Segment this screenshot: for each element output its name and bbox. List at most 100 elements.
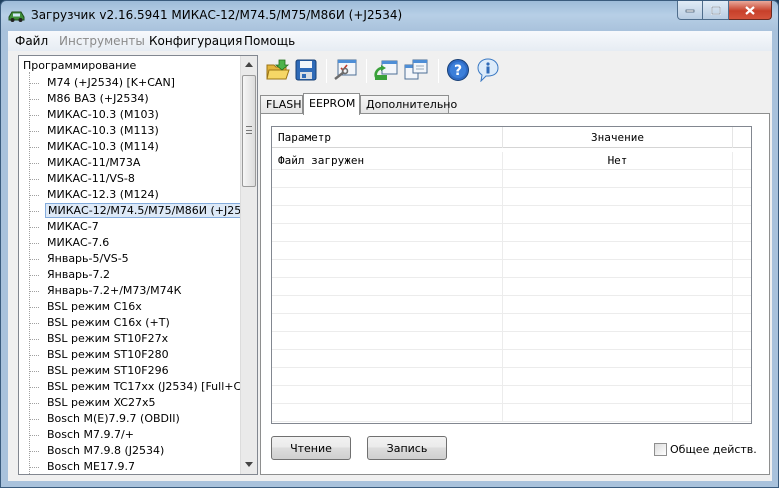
windows-copy-icon — [404, 59, 428, 80]
common-action-checkbox-wrap[interactable]: Общее действ. — [654, 441, 757, 457]
cell-param — [272, 332, 503, 350]
tree-item-label[interactable]: МИКАС-7.6 — [45, 236, 111, 249]
tree-connector — [29, 243, 39, 244]
open-button[interactable] — [264, 56, 292, 84]
minimize-button[interactable] — [677, 1, 703, 20]
tree-item-label[interactable]: Bosch M7.9.7/+ — [45, 428, 136, 441]
tab-flash[interactable]: FLASH — [260, 95, 303, 114]
table-row[interactable] — [272, 404, 751, 422]
tree-item-label[interactable]: BSL режим ST10F27x — [45, 332, 170, 345]
table-row[interactable] — [272, 224, 751, 242]
tree-item-label[interactable]: Январь-7.2 — [45, 268, 112, 281]
menu-help[interactable]: Помощь — [244, 34, 295, 48]
settings-button[interactable] — [332, 56, 360, 84]
tree-item-label[interactable]: Январь-7.2+/М73/М74К — [45, 284, 183, 297]
windows-button[interactable] — [402, 56, 430, 84]
cell-param — [272, 278, 503, 296]
tree-connector — [29, 467, 39, 468]
table-row[interactable] — [272, 170, 751, 188]
column-header-spacer — [733, 127, 751, 148]
info-icon — [477, 58, 499, 82]
table-row[interactable] — [272, 206, 751, 224]
table-row[interactable]: Файл загружен Нет — [272, 152, 751, 170]
tree-item-label[interactable]: МИКАС-7 — [45, 220, 101, 233]
tab-additional[interactable]: Дополнительно — [360, 95, 457, 114]
parameter-grid[interactable]: Параметр Значение Файл загружен Нет — [271, 126, 752, 424]
tree-connector — [29, 99, 39, 100]
cell-param — [272, 224, 503, 242]
table-row[interactable] — [272, 278, 751, 296]
info-button[interactable] — [474, 56, 502, 84]
title-bar[interactable]: Загрузчик v2.16.5941 МИКАС-12/М74.5/М75/… — [1, 1, 778, 31]
tree-connector — [29, 339, 39, 340]
tree-item-label[interactable]: BSL режим C16x — [45, 300, 144, 313]
write-button[interactable]: Запись — [367, 436, 447, 460]
table-row[interactable] — [272, 314, 751, 332]
table-row[interactable] — [272, 332, 751, 350]
tree-item-label[interactable]: МИКАС-10.3 (М114) — [45, 140, 161, 153]
table-row[interactable] — [272, 242, 751, 260]
table-row[interactable] — [272, 368, 751, 386]
menu-file[interactable]: Файл — [15, 34, 48, 48]
cell-value — [503, 368, 733, 386]
tree-item-label[interactable]: BSL режим ST10F280 — [45, 348, 171, 361]
tree-item-label[interactable]: BSL режим ST10F296 — [45, 364, 171, 377]
tree-item-label[interactable]: BSL режим XC27x5 — [45, 396, 158, 409]
read-button[interactable]: Чтение — [271, 436, 351, 460]
tree-root-label[interactable]: Программирование — [23, 59, 136, 72]
cell-param — [272, 350, 503, 368]
scroll-up-button[interactable] — [241, 56, 257, 73]
cell-value — [503, 386, 733, 404]
column-header-param[interactable]: Параметр — [272, 127, 503, 148]
table-row[interactable] — [272, 296, 751, 314]
tree-item-label[interactable]: М74 (+J2534) [K+CAN] — [45, 76, 177, 89]
tree-item-label[interactable]: Bosch M7.9.8 (J2534) — [45, 444, 166, 457]
svg-text:?: ? — [454, 63, 462, 79]
table-row[interactable] — [272, 260, 751, 278]
tree-connector — [29, 163, 39, 164]
table-row[interactable] — [272, 386, 751, 404]
tree-item-label[interactable]: МИКАС-12/М74.5/М75/М86И (+J2534) — [45, 203, 257, 218]
tree-item-label[interactable]: М86 ВАЗ (+J2534) — [45, 92, 151, 105]
tree-scrollbar[interactable] — [240, 56, 257, 474]
cell-param — [272, 404, 503, 422]
tree-item-label[interactable]: МИКАС-12.3 (М124) — [45, 188, 161, 201]
tree-connector — [29, 307, 39, 308]
tree-connector — [29, 435, 39, 436]
tree-connector — [29, 72, 30, 474]
cell-param — [272, 314, 503, 332]
help-button[interactable]: ? — [444, 56, 472, 84]
tree-connector — [29, 419, 39, 420]
toolbar-separator — [366, 59, 367, 83]
scroll-down-button[interactable] — [241, 456, 257, 473]
grip-icon — [246, 126, 252, 134]
tree-item-label[interactable]: Январь-5/VS-5 — [45, 252, 131, 265]
tree-item-label[interactable]: Bosch ME17.9.7 — [45, 460, 137, 473]
cell-value — [503, 332, 733, 350]
tree-item-label[interactable]: BSL режим C16x (+T) — [45, 316, 172, 329]
tree-item-label[interactable]: BSL режим TC17xx (J2534) [Full+CS] — [45, 380, 254, 393]
table-row[interactable] — [272, 188, 751, 206]
tree-item-label[interactable]: МИКАС-11/VS-8 — [45, 172, 137, 185]
tree-connector — [29, 259, 39, 260]
menu-tools[interactable]: Инструменты — [59, 34, 145, 48]
common-action-checkbox[interactable] — [654, 442, 667, 456]
common-action-label[interactable]: Общее действ. — [670, 443, 757, 456]
tree-item-label[interactable]: Bosch M(E)7.9.7 (OBDII) — [45, 412, 182, 425]
tree-item-label[interactable]: МИКАС-10.3 (М103) — [45, 108, 161, 121]
refresh-window-icon — [374, 60, 398, 80]
cell-param — [272, 386, 503, 404]
program-tree[interactable]: Программирование М74 (+J2534) [K+CAN] М86… — [18, 55, 258, 475]
menu-config[interactable]: Конфигурация — [149, 34, 242, 48]
close-button[interactable] — [729, 1, 772, 20]
table-row[interactable] — [272, 350, 751, 368]
scroll-thumb[interactable] — [242, 75, 256, 187]
tree-item-label[interactable]: МИКАС-11/М73А — [45, 156, 142, 169]
column-header-value[interactable]: Значение — [503, 127, 733, 148]
save-button[interactable] — [292, 56, 320, 84]
tree-item-label[interactable]: МИКАС-10.3 (М113) — [45, 124, 161, 137]
arrow-up-icon — [245, 62, 253, 67]
tab-eeprom[interactable]: EEPROM — [303, 93, 360, 115]
maximize-button[interactable] — [703, 1, 729, 20]
refresh-button[interactable] — [372, 56, 400, 84]
